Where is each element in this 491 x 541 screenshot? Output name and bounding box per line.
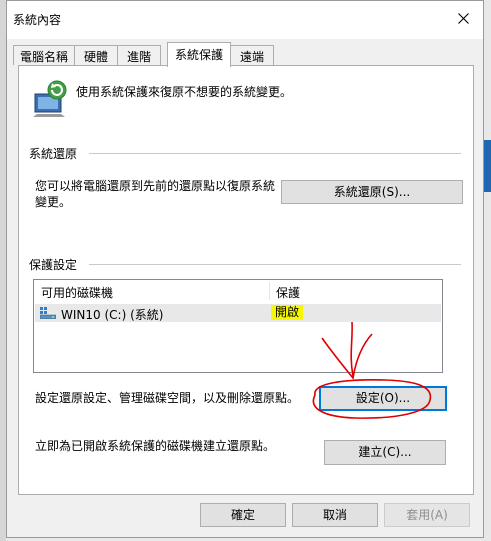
tab-panel-system-protection: 使用系統保護來復原不想要的系統變更。 系統還原 您可以將電腦還原到先前的還原點以… [18, 65, 474, 495]
system-properties-dialog: 系統內容 電腦名稱 硬體 進階 系統保護 遠端 使用系統保護來復原不想要的系統變… [6, 0, 484, 538]
background-window-accent [484, 140, 491, 192]
protection-settings-heading: 保護設定 [29, 256, 84, 273]
column-header-drives[interactable]: 可用的磁碟機 [41, 284, 113, 301]
tab-advanced[interactable]: 進階 [117, 45, 161, 65]
ok-button[interactable]: 確定 [200, 503, 286, 527]
tab-system-protection[interactable]: 系統保護 [167, 42, 231, 67]
column-separator[interactable] [269, 282, 270, 300]
windows-drive-icon [40, 307, 56, 319]
close-icon [458, 13, 469, 24]
configure-description: 設定還原設定、管理磁碟空間，以及刪除還原點。 [35, 391, 300, 405]
protection-status-highlighted: 開啟 [271, 305, 304, 320]
system-protection-icon [33, 80, 67, 117]
window-title: 系統內容 [13, 13, 62, 27]
close-button[interactable] [449, 5, 479, 33]
create-description: 立即為已開啟系統保護的磁碟機建立還原點。 [35, 439, 276, 453]
tab-computer-name[interactable]: 電腦名稱 [13, 45, 75, 65]
cancel-button[interactable]: 取消 [292, 503, 378, 527]
group-divider [89, 264, 461, 265]
title-bar[interactable]: 系統內容 [7, 1, 483, 39]
column-header-protection[interactable]: 保護 [276, 284, 300, 301]
system-restore-button[interactable]: 系統還原(S)... [281, 180, 463, 204]
drive-list-header: 可用的磁碟機 保護 [34, 280, 442, 302]
apply-button[interactable]: 套用(A) [384, 503, 470, 527]
tab-hardware[interactable]: 硬體 [74, 45, 118, 65]
system-restore-description: 您可以將電腦還原到先前的還原點以復原系統 變更。 [35, 179, 276, 209]
system-restore-heading: 系統還原 [29, 145, 84, 162]
drive-name: WIN10 (C:) (系統) [61, 308, 164, 322]
intro-description: 使用系統保護來復原不想要的系統變更。 [76, 85, 293, 99]
group-divider [89, 153, 461, 154]
configure-button[interactable]: 設定(O)... [319, 386, 447, 411]
tab-remote[interactable]: 遠端 [230, 45, 274, 65]
create-button[interactable]: 建立(C)... [324, 440, 446, 465]
drive-list[interactable]: 可用的磁碟機 保護 WIN10 (C:) (系統) 開啟 [33, 279, 443, 373]
drive-row[interactable]: WIN10 (C:) (系統) 開啟 [35, 304, 441, 322]
